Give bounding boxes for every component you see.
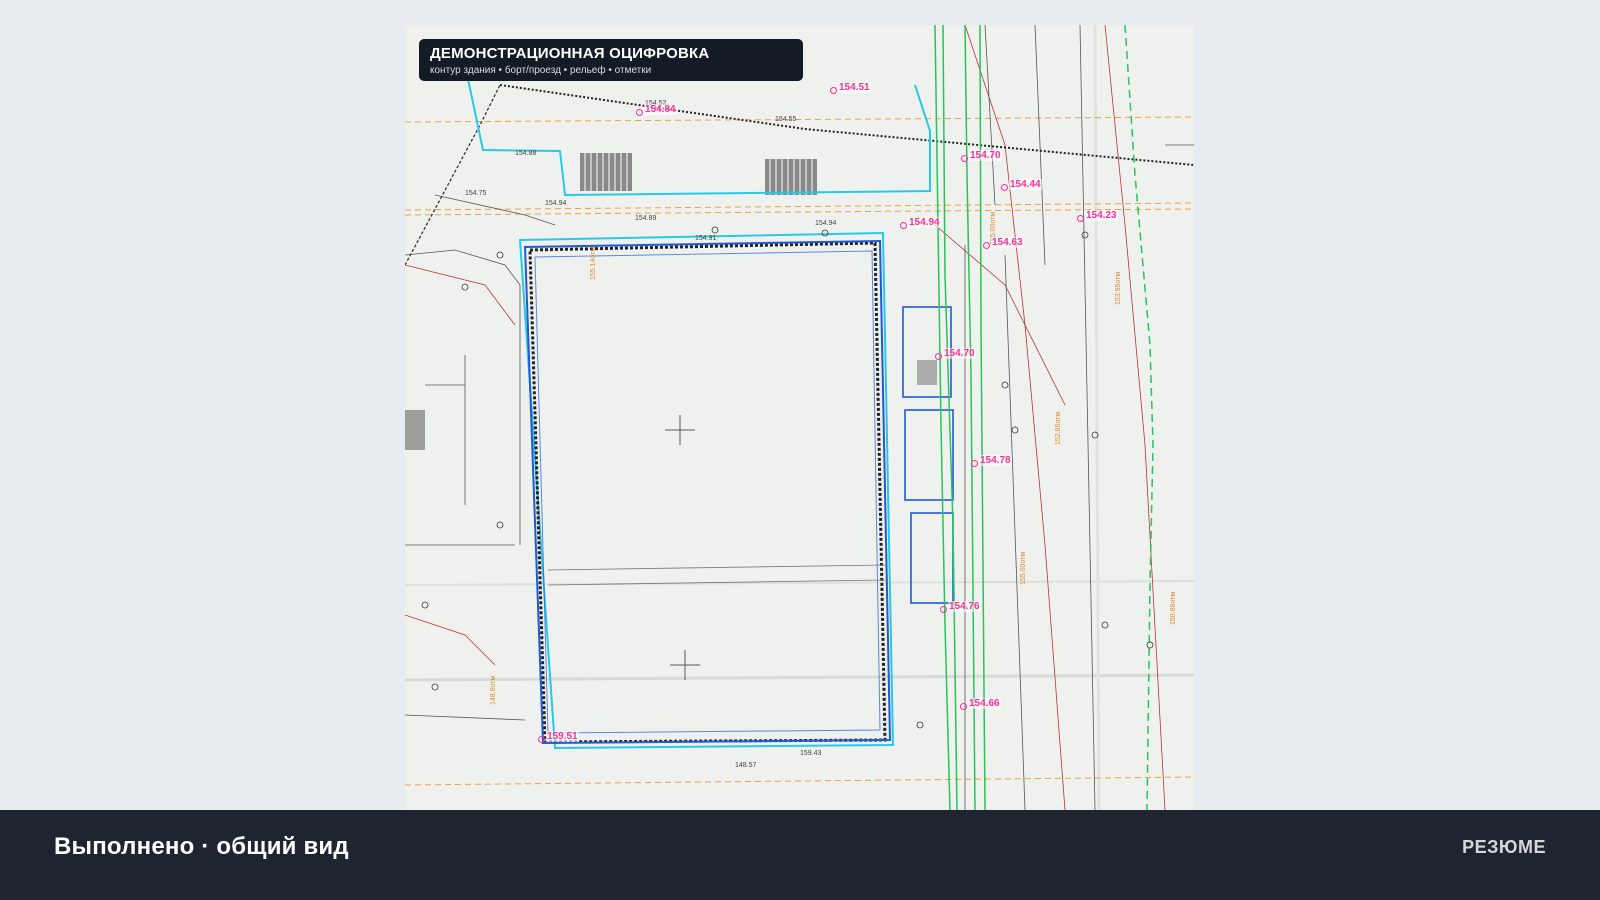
svg-text:154.91: 154.91	[695, 235, 717, 242]
elevation-label: 154.51	[838, 82, 871, 93]
elevation-label: 154.70	[969, 150, 1002, 161]
elevation-marker-icon	[1001, 184, 1008, 191]
svg-text:154.94: 154.94	[815, 220, 837, 227]
elevation-label: 154.78	[979, 455, 1012, 466]
svg-text:153.95отм: 153.95отм	[1115, 272, 1122, 305]
elevation-marker-icon	[636, 109, 643, 116]
svg-text:154.94: 154.94	[545, 200, 567, 207]
svg-text:155.14отм: 155.14отм	[590, 247, 597, 280]
status-bar: Выполнено · общий вид РЕЗЮМЕ	[0, 810, 1600, 900]
summary-button[interactable]: РЕЗЮМЕ	[1462, 837, 1546, 858]
svg-text:159.43: 159.43	[800, 750, 822, 757]
elevation-marker-icon	[960, 703, 967, 710]
elevation-marker-icon	[900, 222, 907, 229]
svg-text:154.55: 154.55	[775, 116, 797, 123]
plan-drawing-viewport: 155.14отм 148.6отм 155.00отм 155.00отм 1…	[405, 25, 1194, 810]
svg-text:148.6отм: 148.6отм	[490, 676, 497, 705]
elevation-label: 154.44	[1009, 179, 1042, 190]
elevation-marker-icon	[940, 606, 947, 613]
elevation-marker-icon	[538, 736, 545, 743]
svg-text:152.85отм: 152.85отм	[1055, 412, 1062, 445]
elevation-label: 154.84	[644, 104, 677, 115]
elevation-label: 159.51	[546, 731, 579, 742]
elevation-label: 154.63	[991, 237, 1024, 248]
svg-text:155.00отм: 155.00отм	[1020, 552, 1027, 585]
digitization-title: ДЕМОНСТРАЦИОННАЯ ОЦИФРОВКА	[430, 45, 710, 62]
elevation-label: 154.23	[1085, 210, 1118, 221]
digitization-subtitle: контур здания • борт/проезд • рельеф • о…	[430, 65, 652, 76]
svg-text:150.88отм: 150.88отм	[1170, 592, 1177, 625]
elevation-label: 154.70	[943, 348, 976, 359]
elevation-label: 154.66	[968, 698, 1001, 709]
svg-text:154.89: 154.89	[635, 215, 657, 222]
site-plan-drawing: 155.14отм 148.6отм 155.00отм 155.00отм 1…	[405, 25, 1194, 810]
elevation-marker-icon	[935, 353, 942, 360]
elevation-marker-icon	[1077, 215, 1084, 222]
status-text: Выполнено · общий вид	[54, 833, 349, 860]
elevation-label: 154.76	[948, 601, 981, 612]
elevation-label: 154.94	[908, 217, 941, 228]
svg-text:148.57: 148.57	[735, 762, 757, 769]
svg-text:154.88: 154.88	[515, 150, 537, 157]
elevation-marker-icon	[961, 155, 968, 162]
elevation-marker-icon	[983, 242, 990, 249]
elevation-marker-icon	[971, 460, 978, 467]
digitization-info-card: ДЕМОНСТРАЦИОННАЯ ОЦИФРОВКА контур здания…	[419, 39, 803, 81]
svg-text:154.75: 154.75	[465, 190, 487, 197]
elevation-marker-icon	[830, 87, 837, 94]
